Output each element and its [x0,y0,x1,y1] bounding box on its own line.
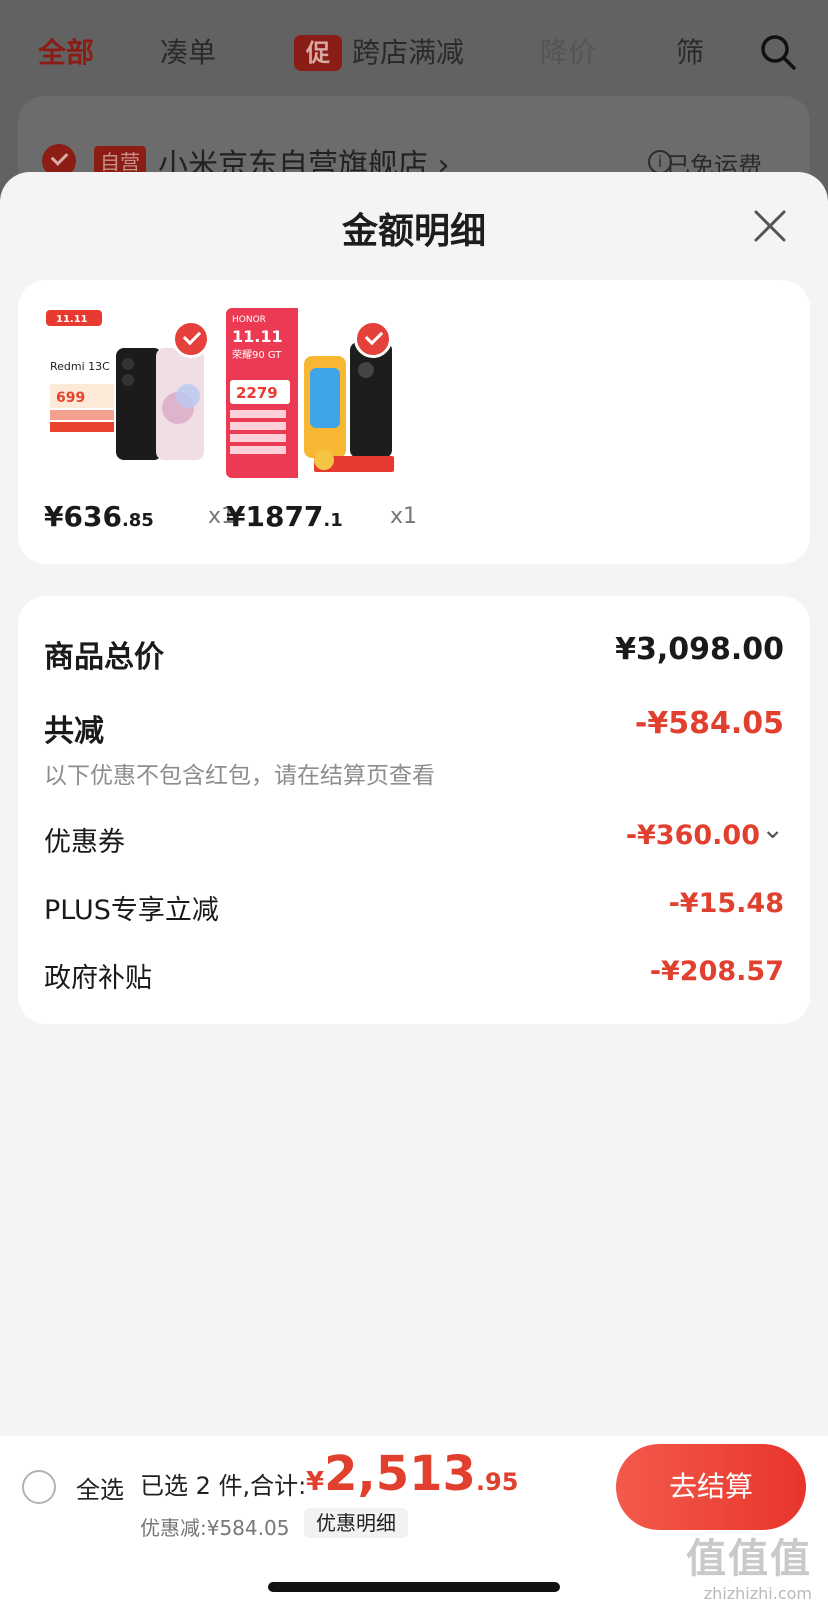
tab-bundle[interactable]: 凑单 [160,28,216,78]
plus-discount-label: PLUS专享立减 [44,895,219,926]
background-page: 全部 凑单 促 跨店满减 降价 筛 自营 小米京东自营旗舰店 › i 已免运费 [0,0,828,256]
goods-card: 11.11 Redmi 13C 699 ¥636.85 x1 HONOR 11.… [18,280,810,564]
svg-text:Redmi 13C: Redmi 13C [50,360,110,373]
home-indicator[interactable] [268,1582,560,1592]
tab-all[interactable]: 全部 [38,28,94,78]
svg-text:荣耀90 GT: 荣耀90 GT [232,349,282,361]
discount-detail-button[interactable]: 优惠明细 [304,1508,408,1538]
tab-cross-store[interactable]: 跨店满减 [352,28,464,78]
product-thumbnail[interactable]: 11.11 Redmi 13C 699 [44,308,214,478]
item-price: ¥1877.1 [226,500,343,533]
discount-value: -¥584.05 [634,706,784,741]
watermark-logo: 值值值 zhizhizhi.com [686,1536,812,1603]
svg-text:11.11: 11.11 [232,327,283,346]
amount-detail-sheet: 金额明细 11.11 Redmi 13C 699 ¥636.85 x1 HONO… [0,172,828,1608]
price-detail-card: 商品总价 ¥3,098.00 共减 -¥584.05 以下优惠不包含红包，请在结… [18,596,810,1024]
checkout-button[interactable]: 去结算 [616,1444,806,1530]
tab-filter[interactable]: 筛 [676,28,704,78]
selected-check-icon[interactable] [354,320,392,358]
subsidy-value: -¥208.57 [649,956,784,987]
discount-note: 以下优惠不包含红包，请在结算页查看 [44,763,435,789]
product-thumbnail[interactable]: HONOR 11.11 荣耀90 GT 2279 [226,308,396,478]
tab-price-drop[interactable]: 降价 [540,28,596,78]
coupon-value: -¥360.00 [625,820,760,851]
subsidy-label: 政府补贴 [44,963,152,994]
total-price-label: 商品总价 [44,640,164,675]
chevron-down-icon[interactable]: ⌄ [761,814,784,845]
top-tab-bar: 全部 凑单 促 跨店满减 降价 筛 [0,28,828,78]
order-total: ¥2,513.95 [306,1446,519,1502]
coupon-label: 优惠券 [44,827,125,858]
close-icon[interactable] [750,206,790,246]
product-item[interactable]: 11.11 Redmi 13C 699 ¥636.85 x1 [44,308,235,533]
svg-text:2279: 2279 [236,384,278,402]
selected-check-icon[interactable] [172,320,210,358]
item-price: ¥636.85 [44,500,154,533]
selection-summary: 已选 2 件,合计: [140,1472,307,1500]
saving-amount: 优惠减:¥584.05 [140,1516,290,1540]
sheet-title: 金额明细 [341,211,486,252]
select-all-label[interactable]: 全选 [76,1470,124,1505]
item-quantity: x1 [390,504,418,529]
logo-text: 11.11 [56,314,88,325]
discount-label: 共减 [44,714,104,749]
promo-chip-icon: 促 [294,35,342,71]
total-price-value: ¥3,098.00 [615,632,784,667]
search-icon[interactable] [758,32,798,72]
product-item[interactable]: HONOR 11.11 荣耀90 GT 2279 ¥1877.1 x1 [226,308,417,533]
svg-text:HONOR: HONOR [232,315,266,325]
svg-text:699: 699 [56,390,85,406]
select-all-radio[interactable] [22,1470,56,1504]
checkout-bar: 全选 已选 2 件,合计: ¥2,513.95 优惠减:¥584.05 优惠明细… [0,1436,828,1608]
plus-discount-value: -¥15.48 [668,888,784,919]
